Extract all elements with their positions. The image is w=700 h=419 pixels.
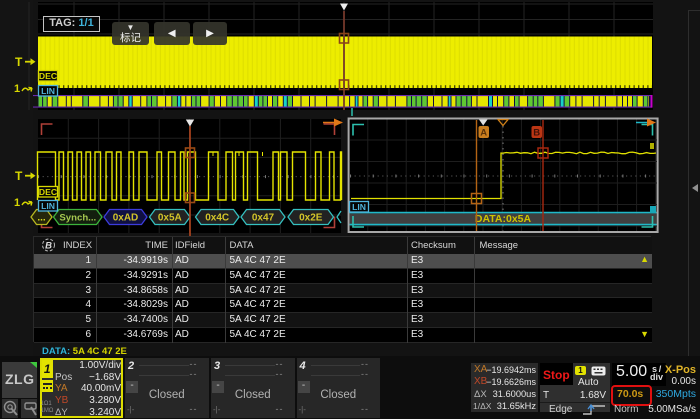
svg-text:1: 1: [14, 83, 20, 95]
svg-text:0x2E: 0x2E: [299, 213, 323, 224]
svg-text:0x47: 0x47: [252, 213, 275, 224]
svg-text:DEC: DEC: [39, 71, 57, 81]
svg-text:LIN: LIN: [41, 201, 55, 211]
svg-text:LIN: LIN: [41, 86, 55, 96]
svg-text:A: A: [480, 128, 487, 139]
svg-text:0x5A: 0x5A: [158, 213, 182, 224]
svg-text:Synch...: Synch...: [59, 213, 96, 224]
svg-text:B: B: [533, 128, 540, 139]
svg-text:B: B: [45, 241, 52, 252]
svg-text:LIN: LIN: [352, 202, 366, 212]
svg-text:0xAD: 0xAD: [113, 213, 139, 224]
svg-text:DATA:0x5A: DATA:0x5A: [475, 213, 532, 225]
svg-text:DEC: DEC: [39, 187, 57, 197]
svg-text:1: 1: [14, 197, 20, 209]
svg-text:0x4C: 0x4C: [205, 213, 229, 224]
svg-text:...: ...: [37, 213, 46, 224]
svg-text:T: T: [15, 169, 23, 183]
svg-text:T: T: [15, 55, 23, 69]
